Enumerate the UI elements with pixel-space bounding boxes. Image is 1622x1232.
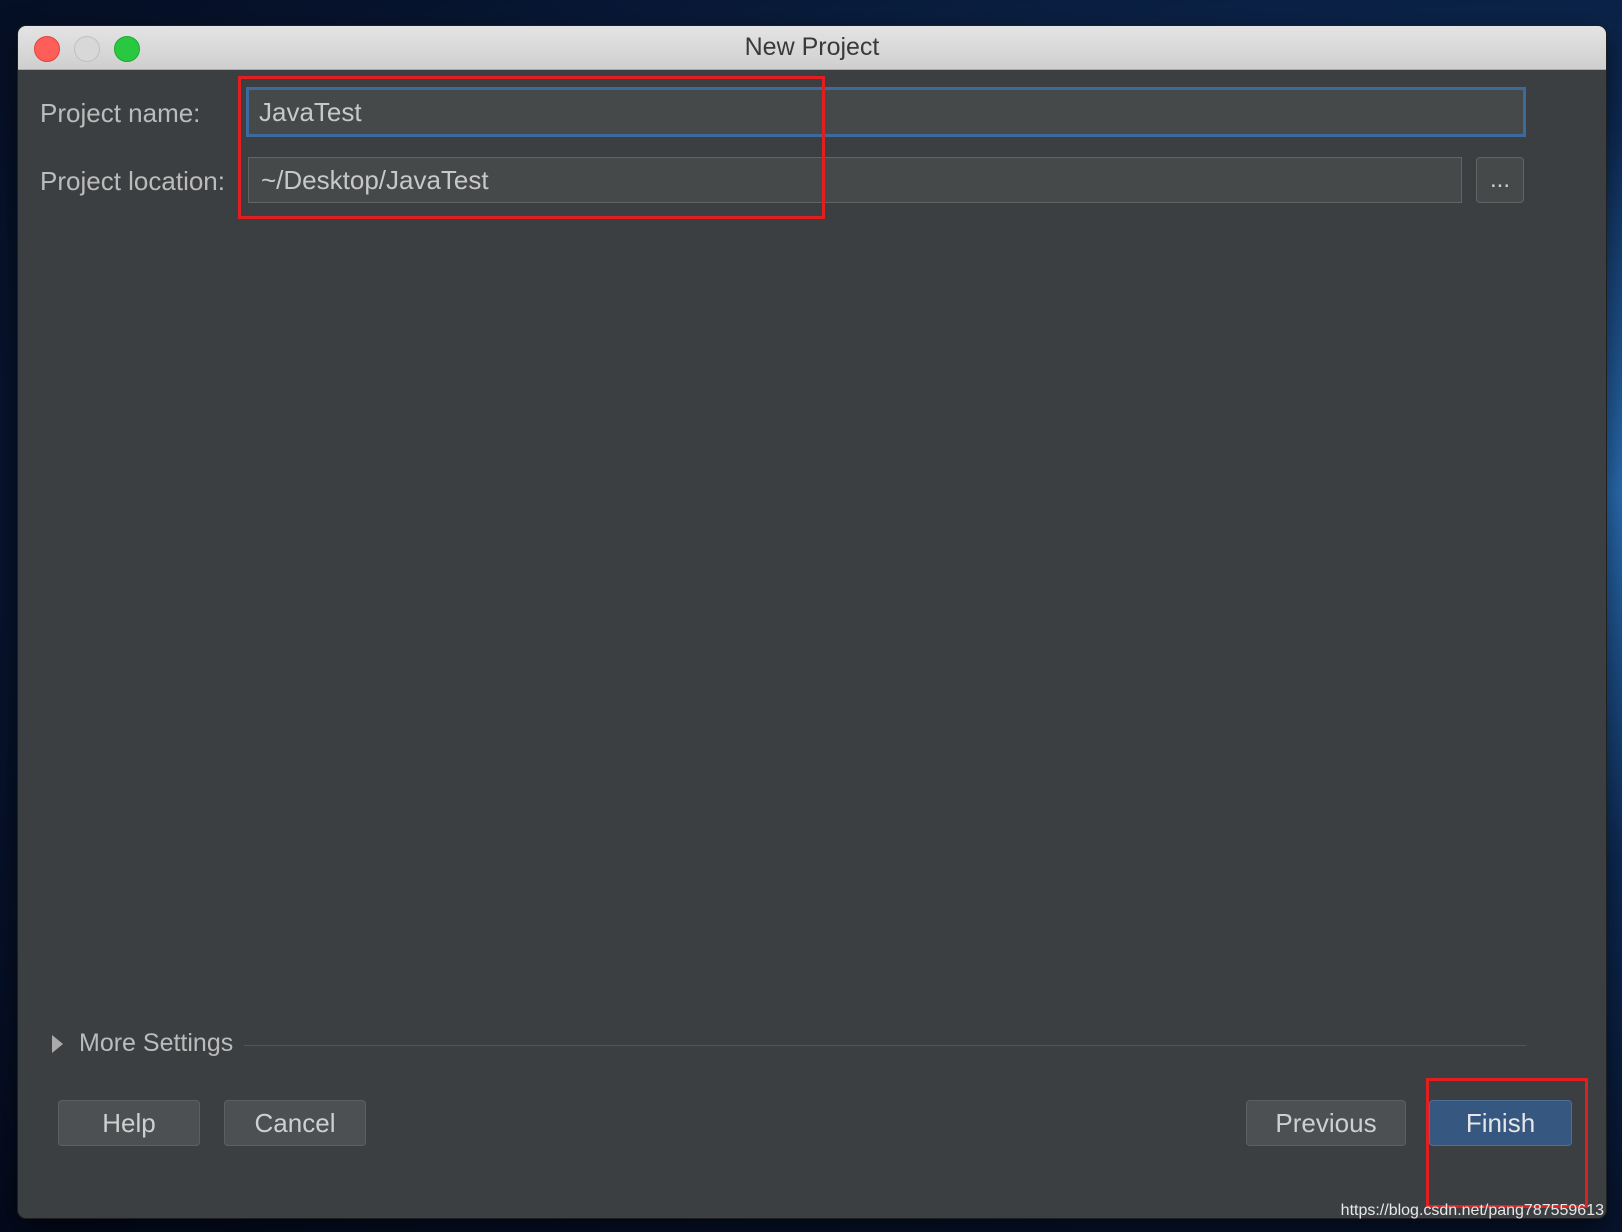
new-project-dialog: New Project Project name: JavaTest Proje… xyxy=(18,26,1606,1218)
cancel-button[interactable]: Cancel xyxy=(224,1100,366,1146)
project-location-label: Project location: xyxy=(40,166,225,196)
more-settings-toggle[interactable]: More Settings xyxy=(52,1029,233,1058)
title-bar: New Project xyxy=(18,26,1606,70)
more-settings-label: More Settings xyxy=(79,1029,234,1057)
annotation-highlight-fields xyxy=(238,76,825,219)
project-name-label: Project name: xyxy=(40,98,201,128)
watermark-url: https://blog.csdn.net/pang787559613 xyxy=(1340,1202,1604,1219)
window-title: New Project xyxy=(744,33,880,61)
annotation-highlight-finish xyxy=(1426,1078,1588,1208)
more-settings-separator xyxy=(244,1045,1526,1046)
expand-triangle-icon xyxy=(52,1034,63,1053)
previous-button[interactable]: Previous xyxy=(1246,1100,1406,1146)
browse-location-button[interactable]: ... xyxy=(1476,157,1524,203)
help-button[interactable]: Help xyxy=(58,1100,200,1146)
